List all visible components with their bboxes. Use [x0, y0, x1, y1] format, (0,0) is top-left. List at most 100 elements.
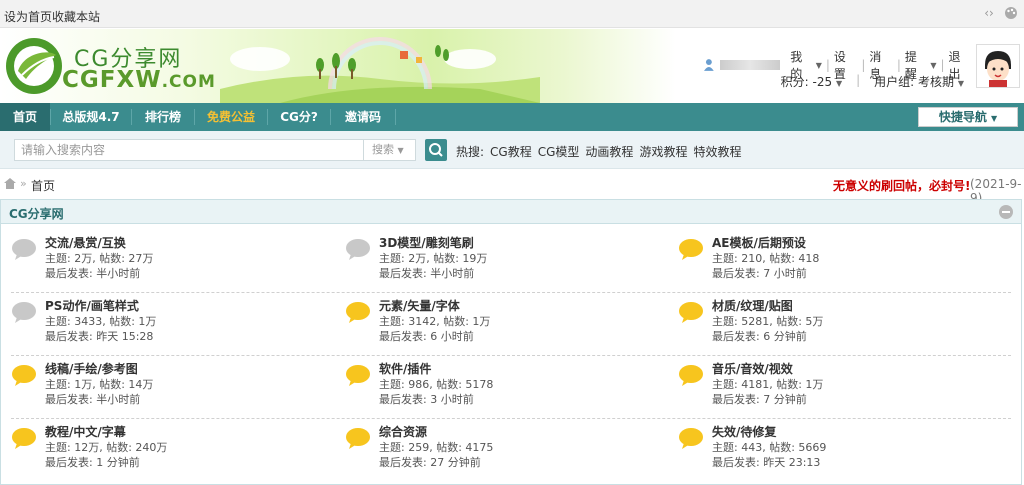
board-stats: 主题: 2万, 帖数: 27万 — [45, 252, 154, 265]
user-icon — [704, 59, 714, 71]
board-name[interactable]: 线稿/手绘/参考图 — [45, 360, 138, 377]
board-item[interactable]: 线稿/手绘/参考图 主题: 1万, 帖数: 14万 最后发表: 半小时前 — [11, 356, 331, 418]
board-last-post[interactable]: 最后发表: 27 分钟前 — [379, 454, 481, 470]
search-type-select[interactable]: 搜索 ▼ — [364, 139, 416, 161]
board-item[interactable]: 材质/纹理/贴图 主题: 5281, 帖数: 5万 最后发表: 6 分钟前 — [678, 293, 998, 355]
board-stats: 主题: 443, 帖数: 5669 — [712, 441, 827, 454]
board-name[interactable]: 综合资源 — [379, 423, 427, 440]
search-button[interactable] — [425, 139, 447, 161]
code-icon[interactable]: ‹› — [982, 6, 996, 20]
bookmark-link[interactable]: 收藏本站 — [52, 8, 100, 25]
board-bubble-icon — [678, 427, 704, 449]
site-header: CG分享网 CGFXW.COM 我的 ▼ | 设置 | 消息 | 提醒 ▼ | … — [0, 29, 1024, 103]
board-item[interactable]: 交流/悬赏/互换 主题: 2万, 帖数: 27万 最后发表: 半小时前 — [11, 230, 331, 292]
board-stats: 主题: 12万, 帖数: 240万 — [45, 441, 168, 454]
nav-home[interactable]: 首页 — [0, 103, 50, 131]
board-last-post[interactable]: 最后发表: 半小时前 — [45, 391, 140, 407]
hot-label: 热搜: — [456, 145, 485, 159]
board-item[interactable]: 软件/插件 主题: 986, 帖数: 5178 最后发表: 3 小时前 — [345, 356, 665, 418]
board-name[interactable]: 失效/待修复 — [712, 423, 776, 440]
board-item[interactable]: 失效/待修复 主题: 443, 帖数: 5669 最后发表: 昨天 23:13 — [678, 419, 998, 481]
user-panel: 我的 ▼ | 设置 | 消息 | 提醒 ▼ | 退出 积分: -25 ▼ | 用户组… — [704, 29, 1024, 103]
board-item[interactable]: 3D模型/雕刻笔刷 主题: 2万, 帖数: 19万 最后发表: 半小时前 — [345, 230, 665, 292]
set-home-link[interactable]: 设为首页 — [4, 8, 52, 25]
board-row: 线稿/手绘/参考图 主题: 1万, 帖数: 14万 最后发表: 半小时前 软件/插件主… — [11, 356, 1011, 418]
board-last-post[interactable]: 最后发表: 6 分钟前 — [712, 328, 807, 344]
board-stats: 主题: 4181, 帖数: 1万 — [712, 378, 824, 391]
user-group-menu[interactable]: 用户组: 考核期 ▼ — [874, 73, 964, 90]
board-name[interactable]: 教程/中文/字幕 — [45, 423, 126, 440]
board-bubble-icon — [11, 301, 37, 323]
avatar[interactable] — [976, 44, 1020, 88]
board-stats: 主题: 986, 帖数: 5178 — [379, 378, 494, 391]
board-stats: 主题: 1万, 帖数: 14万 — [45, 378, 154, 391]
board-item[interactable]: 教程/中文/字幕 主题: 12万, 帖数: 240万 最后发表: 1 分钟前 — [11, 419, 331, 481]
board-row: 交流/悬赏/互换 主题: 2万, 帖数: 27万 最后发表: 半小时前 3D模型/雕刻… — [11, 230, 1011, 292]
board-last-post[interactable]: 最后发表: 7 分钟前 — [712, 391, 807, 407]
logo-en-text: CGFXW.COM — [62, 67, 216, 93]
board-row: PS动作/画笔样式 主题: 3433, 帖数: 1万 最后发表: 昨天 15:28 元… — [11, 293, 1011, 355]
nav-invite-code[interactable]: 邀请码 — [331, 103, 395, 131]
nav-free[interactable]: 免费公益 — [195, 103, 267, 131]
board-last-post[interactable]: 最后发表: 半小时前 — [45, 265, 140, 281]
username-blurred[interactable] — [719, 60, 781, 70]
board-bubble-icon — [11, 364, 37, 386]
collapse-icon[interactable] — [999, 205, 1013, 219]
breadcrumb-home[interactable]: 首页 — [31, 177, 55, 194]
nav-rules[interactable]: 总版规4.7 — [51, 103, 131, 131]
main-nav: 首页 总版规4.7 排行榜 免费公益 CG分? 邀请码 快捷导航 ▼ — [0, 103, 1024, 131]
search-input[interactable]: 请输入搜索内容 — [14, 139, 364, 161]
forum-category: CG分享网 交流/悬赏/互换 主题: 2万, 帖数: 27万 最后发表: 半小时前 3… — [0, 199, 1022, 485]
board-last-post[interactable]: 最后发表: 7 小时前 — [712, 265, 807, 281]
hot-item[interactable]: CG模型 — [538, 143, 580, 160]
forum-header: CG分享网 — [1, 200, 1021, 224]
leaf-logo-icon — [6, 38, 62, 94]
board-name[interactable]: AE模板/后期预设 — [712, 234, 806, 251]
notice-text[interactable]: 无意义的刷回帖，必封号! — [833, 177, 970, 194]
board-name[interactable]: 软件/插件 — [379, 360, 431, 377]
home-icon[interactable] — [4, 178, 16, 189]
board-row: 教程/中文/字幕 主题: 12万, 帖数: 240万 最后发表: 1 分钟前 综合资源… — [11, 419, 1011, 481]
quick-nav-button[interactable]: 快捷导航 ▼ — [918, 107, 1018, 127]
hot-item[interactable]: CG教程 — [490, 143, 532, 160]
board-item[interactable]: 音乐/音效/视效 主题: 4181, 帖数: 1万 最后发表: 7 分钟前 — [678, 356, 998, 418]
hot-item[interactable]: 特效教程 — [693, 143, 741, 160]
board-last-post[interactable]: 最后发表: 6 小时前 — [379, 328, 474, 344]
board-name[interactable]: 交流/悬赏/互换 — [45, 234, 126, 251]
avatar-face-icon — [985, 51, 1011, 87]
board-last-post[interactable]: 最后发表: 1 分钟前 — [45, 454, 140, 470]
board-name[interactable]: 元素/矢量/字体 — [379, 297, 460, 314]
board-name[interactable]: 3D模型/雕刻笔刷 — [379, 234, 474, 251]
search-icon — [429, 143, 443, 157]
board-bubble-icon — [345, 238, 371, 260]
board-stats: 主题: 3433, 帖数: 1万 — [45, 315, 157, 328]
nav-ranking[interactable]: 排行榜 — [132, 103, 194, 131]
site-logo[interactable]: CG分享网 CGFXW.COM — [4, 33, 215, 95]
hot-item[interactable]: 游戏教程 — [639, 143, 687, 160]
breadcrumb-separator: » — [20, 177, 27, 190]
hot-item[interactable]: 动画教程 — [585, 143, 633, 160]
board-name[interactable]: 材质/纹理/贴图 — [712, 297, 793, 314]
nav-cg-points[interactable]: CG分? — [268, 103, 330, 131]
board-name[interactable]: PS动作/画笔样式 — [45, 297, 139, 314]
board-bubble-icon — [678, 364, 704, 386]
header-scenery — [220, 37, 540, 103]
board-last-post[interactable]: 最后发表: 昨天 15:28 — [45, 328, 153, 344]
board-bubble-icon — [345, 427, 371, 449]
board-last-post[interactable]: 最后发表: 昨天 23:13 — [712, 454, 820, 470]
board-stats: 主题: 3142, 帖数: 1万 — [379, 315, 491, 328]
board-last-post[interactable]: 最后发表: 3 小时前 — [379, 391, 474, 407]
board-bubble-icon — [345, 364, 371, 386]
points-menu[interactable]: 积分: -25 ▼ — [781, 73, 842, 90]
board-stats: 主题: 259, 帖数: 4175 — [379, 441, 494, 454]
forum-title[interactable]: CG分享网 — [9, 205, 64, 222]
board-item[interactable]: 综合资源 主题: 259, 帖数: 4175 最后发表: 27 分钟前 — [345, 419, 665, 481]
palette-icon[interactable] — [1004, 6, 1018, 20]
board-stats: 主题: 5281, 帖数: 5万 — [712, 315, 824, 328]
board-item[interactable]: AE模板/后期预设 主题: 210, 帖数: 418 最后发表: 7 小时前 — [678, 230, 998, 292]
board-name[interactable]: 音乐/音效/视效 — [712, 360, 793, 377]
board-item[interactable]: 元素/矢量/字体 主题: 3142, 帖数: 1万 最后发表: 6 小时前 — [345, 293, 665, 355]
board-item[interactable]: PS动作/画笔样式 主题: 3433, 帖数: 1万 最后发表: 昨天 15:28 — [11, 293, 331, 355]
board-last-post[interactable]: 最后发表: 半小时前 — [379, 265, 474, 281]
board-stats: 主题: 2万, 帖数: 19万 — [379, 252, 488, 265]
